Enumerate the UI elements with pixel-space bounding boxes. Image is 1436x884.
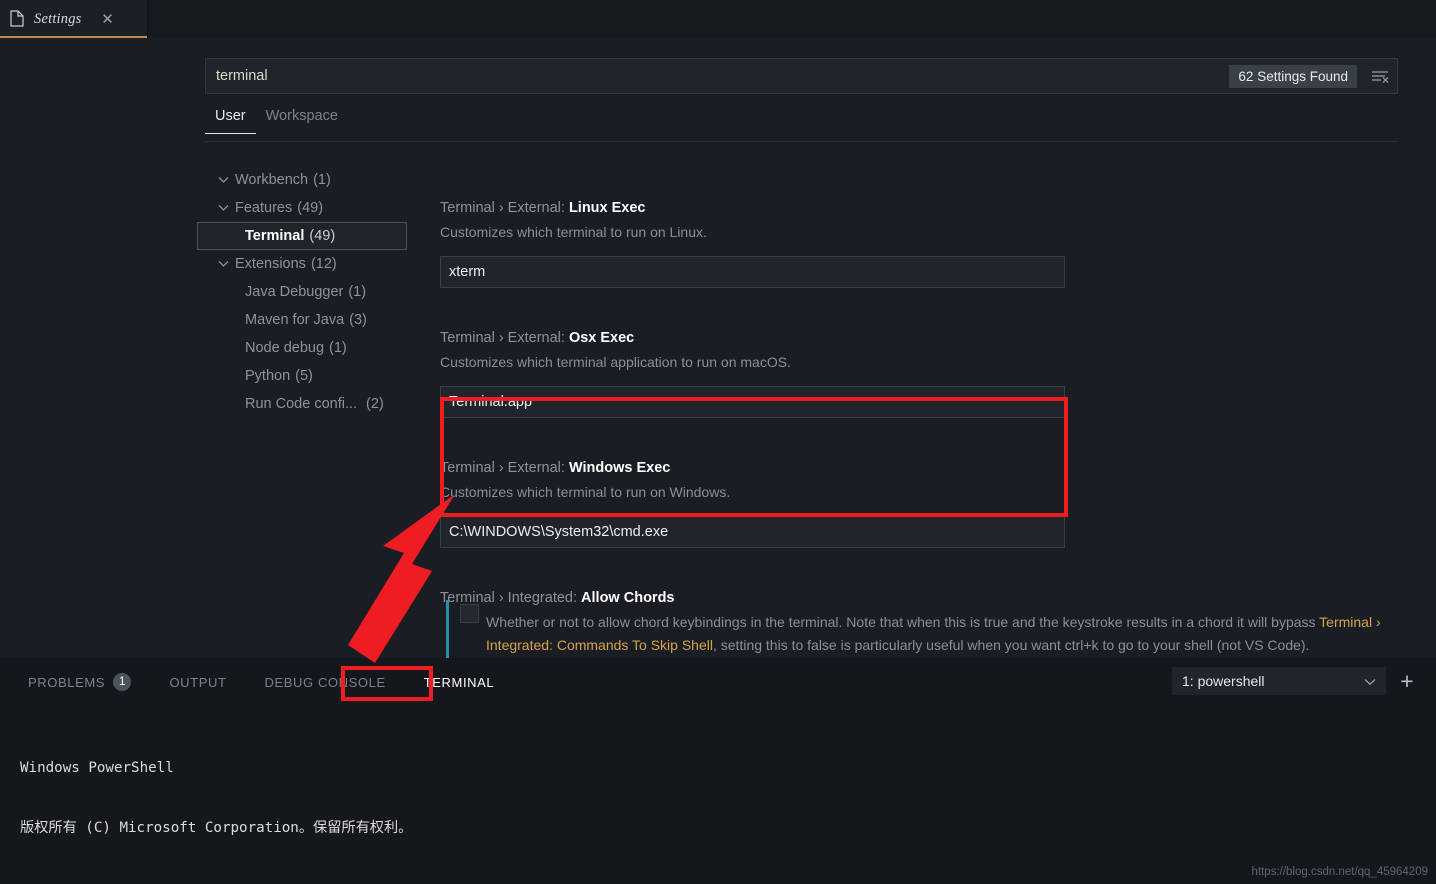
panel-tab-terminal[interactable]: TERMINAL bbox=[416, 667, 503, 697]
toc-label: Extensions bbox=[235, 256, 306, 272]
setting-row-linux-exec: Terminal › External: Linux Exec Customiz… bbox=[440, 198, 1430, 288]
desc-text-after-link: , setting this to false is particularly … bbox=[712, 637, 1310, 653]
toc-item-java-debugger[interactable]: Java Debugger (1) bbox=[197, 278, 407, 306]
terminal-line: 版权所有 (C) Microsoft Corporation。保留所有权利。 bbox=[20, 820, 413, 836]
results-count-badge: 62 Settings Found bbox=[1229, 64, 1357, 88]
settings-list: Terminal › External: Linux Exec Customiz… bbox=[440, 158, 1430, 658]
tab-bar-empty-space bbox=[148, 0, 1436, 38]
toc-count: (3) bbox=[349, 312, 367, 328]
panel-tab-label: PROBLEMS bbox=[28, 674, 106, 690]
settings-search-bar[interactable]: 62 Settings Found bbox=[205, 58, 1398, 94]
tab-workspace[interactable]: Workspace bbox=[256, 108, 348, 133]
toc-count: (49) bbox=[297, 200, 324, 216]
chevron-down-icon bbox=[215, 256, 231, 272]
toc-item-terminal[interactable]: Terminal (49) bbox=[197, 222, 407, 250]
setting-name: Osx Exec bbox=[568, 330, 635, 346]
toc-label: Terminal bbox=[245, 228, 305, 244]
bottom-panel: PROBLEMS 1 OUTPUT DEBUG CONSOLE TERMINAL… bbox=[0, 658, 1436, 884]
vscode-window: Settings ✕ 62 Settings Found User Worksp… bbox=[0, 0, 1436, 884]
chevron-down-icon bbox=[1364, 673, 1376, 689]
panel-tab-label: DEBUG CONSOLE bbox=[264, 674, 386, 690]
tab-user[interactable]: User bbox=[205, 108, 256, 134]
toc-item-workbench[interactable]: Workbench (1) bbox=[197, 166, 407, 194]
settings-toc-tree: Workbench (1) Features (49) Terminal (49) E… bbox=[197, 166, 407, 418]
panel-tab-bar: PROBLEMS 1 OUTPUT DEBUG CONSOLE TERMINAL… bbox=[0, 658, 1436, 706]
setting-input-windows-exec[interactable] bbox=[440, 516, 1065, 548]
toc-label: Java Debugger bbox=[245, 284, 344, 300]
setting-description-linux-exec: Customizes which terminal to run on Linu… bbox=[440, 224, 707, 240]
setting-checkbox-allow-chords[interactable] bbox=[460, 604, 479, 623]
desc-text-before-link: Whether or not to allow chord keybinding… bbox=[486, 614, 1320, 630]
setting-breadcrumb: Terminal › External: bbox=[440, 200, 569, 216]
setting-description-windows-exec: Customizes which terminal to run on Wind… bbox=[440, 484, 731, 500]
watermark: https://blog.csdn.net/qq_45964209 bbox=[1251, 866, 1428, 878]
search-input[interactable] bbox=[206, 68, 1230, 84]
setting-input-linux-exec[interactable] bbox=[440, 256, 1065, 288]
panel-actions: 1: powershell + bbox=[1172, 667, 1422, 695]
terminal-instance-label: 1: powershell bbox=[1182, 673, 1265, 689]
setting-name: Windows Exec bbox=[568, 460, 671, 476]
settings-scope-tabs: User Workspace bbox=[205, 108, 1398, 142]
chevron-down-icon bbox=[215, 172, 231, 188]
plus-icon[interactable]: + bbox=[1392, 667, 1422, 695]
setting-title-allow-chords: Terminal › Integrated: Allow Chords bbox=[440, 588, 1430, 608]
setting-title-osx-exec: Terminal › External: Osx Exec bbox=[440, 328, 1430, 348]
toc-item-run-code-config[interactable]: Run Code confi... (2) bbox=[197, 390, 407, 418]
terminal-output[interactable]: Windows PowerShell 版权所有 (C) Microsoft Co… bbox=[0, 706, 1436, 884]
tab-workspace-label: Workspace bbox=[265, 108, 338, 124]
toc-label: Run Code confi... bbox=[245, 396, 358, 412]
toc-item-extensions[interactable]: Extensions (12) bbox=[197, 250, 407, 278]
setting-breadcrumb: Terminal › External: bbox=[440, 330, 569, 346]
toc-label: Node debug bbox=[245, 340, 325, 356]
toc-count: (1) bbox=[329, 340, 347, 356]
setting-name: Linux Exec bbox=[568, 200, 646, 216]
modified-indicator-bar bbox=[446, 600, 449, 658]
setting-row-osx-exec: Terminal › External: Osx Exec Customizes… bbox=[440, 328, 1430, 418]
toc-count: (1) bbox=[313, 172, 331, 188]
panel-tab-debug-console[interactable]: DEBUG CONSOLE bbox=[257, 667, 394, 697]
setting-breadcrumb: Terminal › External: bbox=[440, 460, 569, 476]
toc-item-features[interactable]: Features (49) bbox=[197, 194, 407, 222]
panel-tab-label: OUTPUT bbox=[169, 674, 227, 690]
toc-item-node-debug[interactable]: Node debug (1) bbox=[197, 334, 407, 362]
settings-editor: 62 Settings Found User Workspace bbox=[0, 38, 1436, 658]
toc-label: Python bbox=[245, 368, 291, 384]
toc-count: (1) bbox=[348, 284, 367, 300]
chevron-down-icon bbox=[215, 200, 231, 216]
panel-tab-problems[interactable]: PROBLEMS 1 bbox=[20, 667, 139, 697]
toc-label: Workbench bbox=[235, 172, 309, 188]
setting-title-linux-exec: Terminal › External: Linux Exec bbox=[440, 198, 1430, 218]
setting-name: Allow Chords bbox=[581, 590, 675, 606]
setting-row-allow-chords: Terminal › Integrated: Allow Chords Whet… bbox=[440, 588, 1430, 658]
tab-user-label: User bbox=[215, 108, 246, 124]
toc-item-python[interactable]: Python (5) bbox=[197, 362, 407, 390]
toc-label: Maven for Java bbox=[245, 312, 345, 328]
problems-count-badge: 1 bbox=[113, 673, 132, 691]
setting-description-allow-chords: Whether or not to allow chord keybinding… bbox=[486, 611, 1430, 657]
toc-count: (2) bbox=[366, 396, 384, 412]
clear-filter-icon[interactable] bbox=[1363, 59, 1397, 93]
setting-description-osx-exec: Customizes which terminal application to… bbox=[440, 354, 791, 370]
setting-input-osx-exec[interactable] bbox=[440, 386, 1065, 418]
setting-title-windows-exec: Terminal › External: Windows Exec bbox=[440, 458, 1430, 478]
tab-settings[interactable]: Settings ✕ bbox=[0, 0, 148, 38]
editor-tab-bar: Settings ✕ bbox=[0, 0, 1436, 38]
setting-row-windows-exec: Terminal › External: Windows Exec Custom… bbox=[440, 458, 1430, 548]
toc-item-maven-for-java[interactable]: Maven for Java (3) bbox=[197, 306, 407, 334]
toc-count: (12) bbox=[310, 256, 337, 272]
toc-count: (5) bbox=[295, 368, 313, 384]
file-icon bbox=[10, 10, 26, 28]
toc-label: Features bbox=[235, 200, 293, 216]
tab-label: Settings bbox=[34, 10, 82, 27]
toc-count: (49) bbox=[309, 228, 336, 244]
terminal-instance-select[interactable]: 1: powershell bbox=[1172, 667, 1386, 695]
close-icon[interactable]: ✕ bbox=[100, 11, 116, 27]
panel-tab-output[interactable]: OUTPUT bbox=[161, 667, 234, 697]
panel-tab-label: TERMINAL bbox=[423, 674, 495, 690]
terminal-line: Windows PowerShell bbox=[20, 760, 174, 776]
